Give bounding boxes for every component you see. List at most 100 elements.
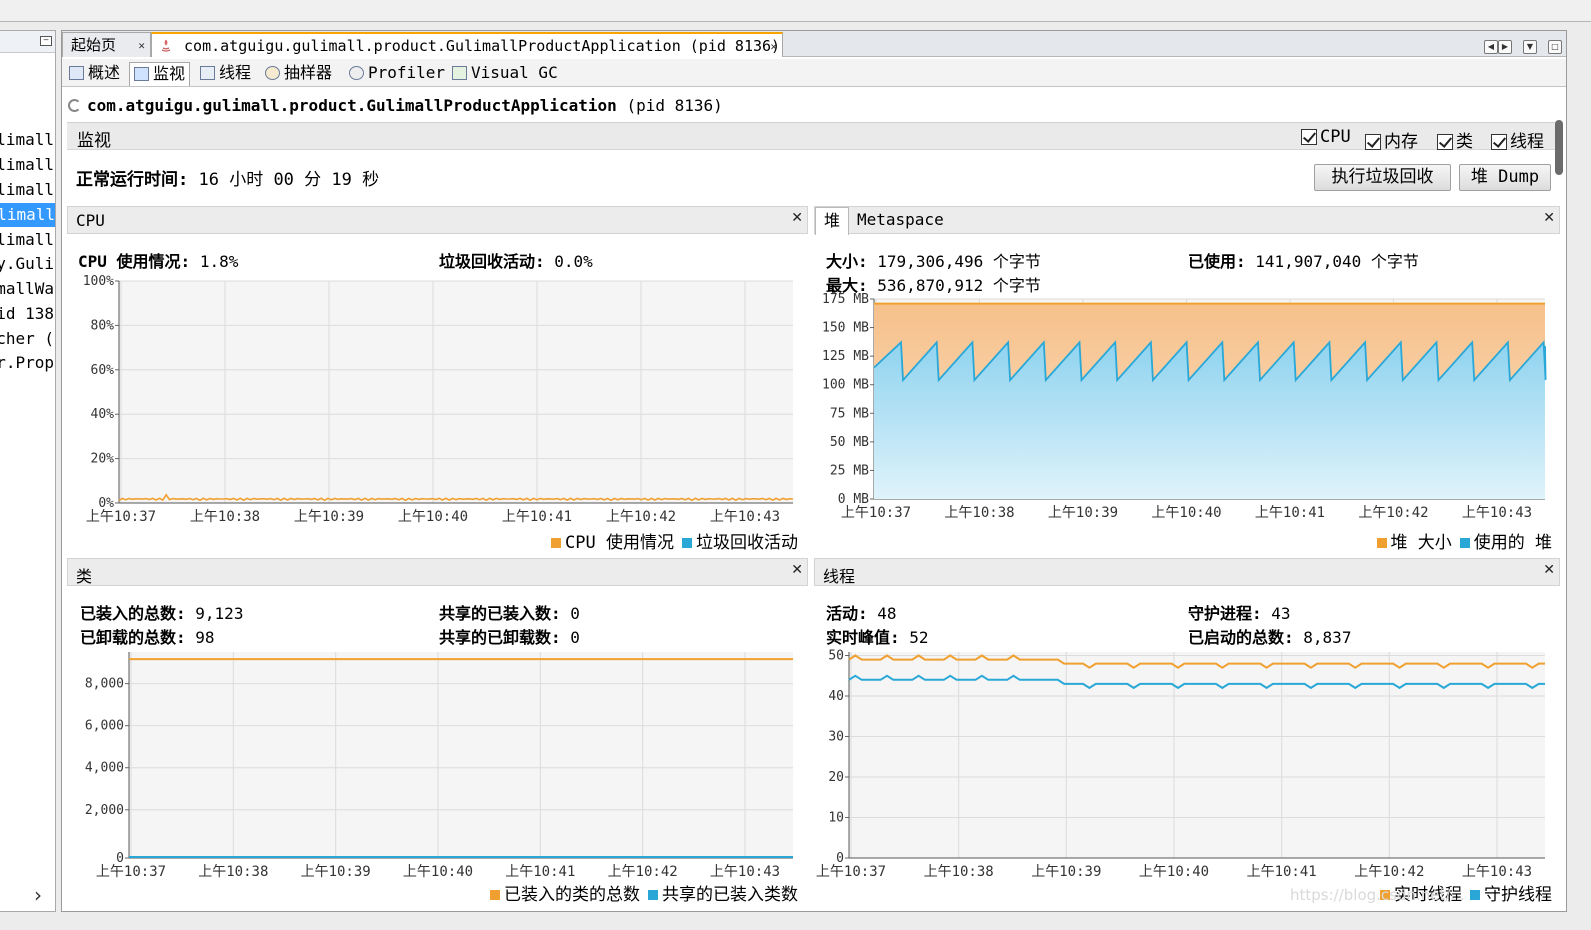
panel-title: 类 xyxy=(76,567,93,586)
stat-value: 0 xyxy=(570,628,580,647)
tab-application[interactable]: com.atguigu.gulimall.product.GulimallPro… xyxy=(151,32,783,57)
checkbox-label: 线程 xyxy=(1510,132,1544,152)
stat-label: 共享的已装入数: xyxy=(439,604,561,623)
view-tabs: 概述 监视 线程 抽样器 Profiler Visual GC xyxy=(62,59,1566,87)
uptime-value: 16 小时 00 分 19 秒 xyxy=(198,170,380,190)
stat-label: 活动: xyxy=(826,604,868,623)
stat-value: 43 xyxy=(1271,604,1291,623)
java-icon xyxy=(161,39,171,52)
document-tabs: 起始页 ✕ com.atguigu.gulimall.product.Gulim… xyxy=(62,31,1566,57)
applications-explorer: – ulimall Gulimall ulimall Gulimall ulim… xyxy=(0,30,56,912)
classes-checkbox[interactable]: 类 xyxy=(1437,127,1473,152)
close-icon[interactable]: ✕ xyxy=(791,562,803,578)
tab-visual-gc[interactable]: Visual GC xyxy=(448,62,562,86)
legend-label: CPU 使用情况 xyxy=(565,533,674,553)
perform-gc-button[interactable]: 执行垃圾回收 xyxy=(1314,164,1451,191)
tab-threads[interactable]: 线程 xyxy=(196,62,255,86)
heap-size: 大小: 179,306,496 个字节 xyxy=(826,248,1041,272)
x-tick-label: 上午10:39 xyxy=(294,509,364,525)
app-pid: (pid 8136) xyxy=(626,96,723,115)
threads-started: 已启动的总数: 8,837 xyxy=(1188,624,1351,648)
explorer-item[interactable]: ty.Guli xyxy=(0,252,54,276)
explorer-item[interactable]: Gulimall xyxy=(0,153,54,177)
tab-metaspace[interactable]: Metaspace xyxy=(849,207,952,235)
stat-label: 大小: xyxy=(826,252,868,271)
explorer-item[interactable]: ulimall xyxy=(0,178,54,202)
tab-heap[interactable]: 堆 xyxy=(815,207,850,235)
minimize-icon[interactable]: – xyxy=(40,36,52,46)
scroll-right-icon[interactable]: ▶ xyxy=(1497,40,1512,54)
panel-title: 线程 xyxy=(823,567,856,586)
tab-overview[interactable]: 概述 xyxy=(65,62,124,86)
x-tick-label: 上午10:40 xyxy=(1139,864,1209,880)
dropdown-icon[interactable]: ▼ xyxy=(1522,40,1537,54)
close-icon[interactable]: ✕ xyxy=(770,34,777,59)
scroll-left-icon[interactable]: ◀ xyxy=(1483,40,1498,54)
threads-panel-header: 线程 ✕ xyxy=(814,558,1560,586)
y-tick-label: 20% xyxy=(91,452,115,467)
threads-chart: 50403020100上午10:37 上午10:38 上午10:39 上午10:40 上… xyxy=(816,649,1545,880)
stat-value: 9,123 xyxy=(195,604,244,623)
cpu-checkbox[interactable]: CPU xyxy=(1301,127,1351,147)
threads-checkbox[interactable]: 线程 xyxy=(1491,127,1544,152)
close-icon[interactable]: ✕ xyxy=(791,210,803,226)
maximize-icon[interactable]: □ xyxy=(1548,40,1562,54)
x-tick-label: 上午10:43 xyxy=(710,864,780,880)
heap-dump-button[interactable]: 堆 Dump xyxy=(1459,164,1551,191)
y-tick-label: 175 MB xyxy=(822,292,869,307)
heap-chart: 175 MB150 MB125 MB100 MB75 MB50 MB25 MB0… xyxy=(822,292,1547,521)
x-tick-label: 上午10:39 xyxy=(301,864,371,880)
monitor-header: 监视 CPU 内存 类 线程 xyxy=(67,122,1555,152)
uptime-label: 正常运行时间: xyxy=(76,170,189,190)
legend-swatch xyxy=(682,538,692,548)
explorer-item[interactable]: ulimall xyxy=(0,128,54,152)
y-tick-label: 30 xyxy=(828,730,844,745)
close-icon[interactable]: ✕ xyxy=(138,33,145,58)
tab-monitor[interactable]: 监视 xyxy=(129,62,191,86)
application-title: com.atguigu.gulimall.product.GulimallPro… xyxy=(68,96,723,115)
legend-label: 守护线程 xyxy=(1484,885,1552,905)
cpu-legend: CPU 使用情况 垃圾回收活动 xyxy=(543,528,798,553)
explorer-header: – xyxy=(0,31,55,53)
classes-panel-header: 类 ✕ xyxy=(67,558,808,586)
tab-profiler[interactable]: Profiler xyxy=(345,62,449,86)
cpu-usage: CPU 使用情况: 1.8% xyxy=(78,248,238,272)
explorer-item[interactable]: er.Prop xyxy=(0,351,54,375)
explorer-item[interactable]: ncher ( xyxy=(0,327,54,351)
monitor-icon xyxy=(134,67,149,81)
close-icon[interactable]: ✕ xyxy=(1543,210,1555,226)
x-tick-label: 上午10:39 xyxy=(1048,505,1118,521)
checkbox-label: CPU xyxy=(1320,127,1351,147)
x-tick-label: 上午10:37 xyxy=(96,864,166,880)
legend-swatch xyxy=(490,890,500,900)
threads-peak: 实时峰值: 52 xyxy=(826,624,929,648)
x-tick-label: 上午10:40 xyxy=(398,509,468,525)
x-tick-label: 上午10:43 xyxy=(1462,864,1532,880)
plot-area xyxy=(129,652,793,858)
stat-label: 共享的已卸载数: xyxy=(439,628,561,647)
explorer-item[interactable]: ulimall xyxy=(0,228,54,252)
legend-label: 已装入的类的总数 xyxy=(504,885,640,905)
x-tick-label: 上午10:41 xyxy=(1255,505,1325,521)
explorer-item[interactable]: pid 138 xyxy=(0,302,54,326)
close-icon[interactable]: ✕ xyxy=(1543,562,1555,578)
tab-start-page[interactable]: 起始页 ✕ xyxy=(62,32,151,57)
uptime: 正常运行时间: 16 小时 00 分 19 秒 xyxy=(76,165,379,190)
explorer-item[interactable]: imallWa xyxy=(0,277,54,301)
classes-panel: 类 ✕ 已装入的总数: 9,123 共享的已装入数: 0 已卸载的总数: 98 … xyxy=(67,558,808,906)
legend-swatch xyxy=(648,890,658,900)
stat-value: 52 xyxy=(909,628,929,647)
tab-sampler[interactable]: 抽样器 xyxy=(261,62,336,86)
scrollbar-thumb[interactable] xyxy=(1555,120,1563,175)
y-tick-label: 8,000 xyxy=(85,677,124,692)
explorer-item-selected[interactable]: Gulimall xyxy=(0,203,55,227)
app-name: com.atguigu.gulimall.product.GulimallPro… xyxy=(87,96,617,115)
memory-checkbox[interactable]: 内存 xyxy=(1365,127,1418,152)
x-tick-label: 上午10:37 xyxy=(841,505,911,521)
scroll-right-icon[interactable]: › xyxy=(34,883,42,907)
shared-loaded: 共享的已装入数: 0 xyxy=(439,600,580,624)
cpu-panel-header: CPU ✕ xyxy=(67,206,808,234)
stat-value: 1.8% xyxy=(199,252,239,271)
legend-swatch xyxy=(1470,890,1480,900)
checkbox-icon xyxy=(1301,129,1317,145)
